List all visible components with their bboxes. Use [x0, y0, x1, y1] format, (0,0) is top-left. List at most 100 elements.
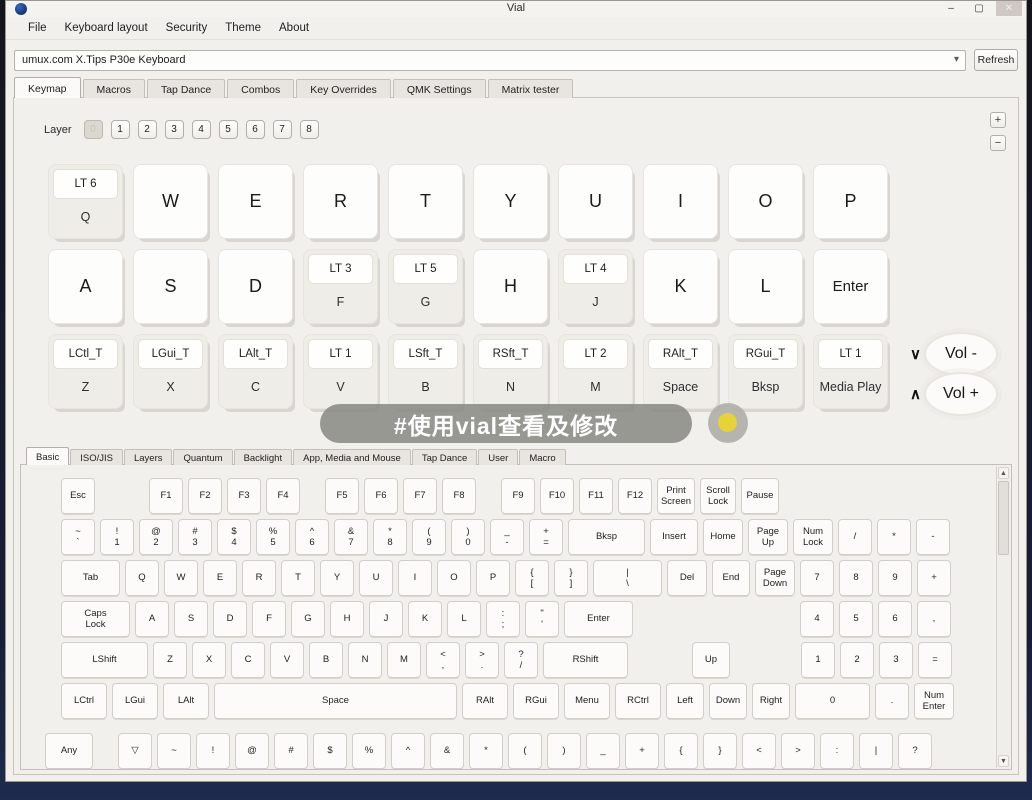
tab-tap-dance[interactable]: Tap Dance [147, 79, 225, 98]
picker-key-rshift[interactable]: RShift [543, 642, 628, 678]
picker-key-pause[interactable]: Pause [741, 478, 779, 514]
picker-key-f9[interactable]: F9 [501, 478, 535, 514]
picker-tab-app-media-and-mouse[interactable]: App, Media and Mouse [293, 449, 411, 465]
picker-key-p[interactable]: P [476, 560, 510, 596]
keymap-key-u[interactable]: U [559, 165, 632, 238]
layer-button-1[interactable]: 1 [111, 120, 130, 139]
picker-key-key[interactable]: } ] [554, 560, 588, 596]
close-button[interactable]: ✕ [996, 1, 1022, 16]
picker-key-0[interactable]: ) 0 [451, 519, 485, 555]
picker-key-0[interactable]: 0 [795, 683, 870, 719]
picker-key-key[interactable]: + [917, 560, 951, 596]
keymap-key-y[interactable]: Y [474, 165, 547, 238]
scrollbar-thumb[interactable] [998, 481, 1009, 555]
picker-key-key[interactable]: ? [898, 733, 932, 769]
picker-key-a[interactable]: A [135, 601, 169, 637]
keymap-key-o[interactable]: O [729, 165, 802, 238]
picker-key-key[interactable]: | [859, 733, 893, 769]
picker-key-h[interactable]: H [330, 601, 364, 637]
picker-key-4[interactable]: 4 [800, 601, 834, 637]
picker-key-6[interactable]: 6 [878, 601, 912, 637]
picker-key-key[interactable]: * [877, 519, 911, 555]
layer-button-8[interactable]: 8 [300, 120, 319, 139]
picker-key-page-down[interactable]: Page Down [755, 560, 795, 596]
picker-key-g[interactable]: G [291, 601, 325, 637]
keymap-key-p[interactable]: P [814, 165, 887, 238]
picker-key-i[interactable]: I [398, 560, 432, 596]
picker-tab-macro[interactable]: Macro [519, 449, 565, 465]
picker-key-f10[interactable]: F10 [540, 478, 574, 514]
picker-tab-basic[interactable]: Basic [26, 447, 69, 465]
picker-key-f5[interactable]: F5 [325, 478, 359, 514]
tab-keymap[interactable]: Keymap [14, 77, 81, 98]
scroll-down-icon[interactable]: ▼ [998, 755, 1009, 767]
picker-key-up[interactable]: Up [692, 642, 730, 678]
picker-key-3[interactable]: 3 [879, 642, 913, 678]
picker-key-9[interactable]: 9 [878, 560, 912, 596]
picker-key-u[interactable]: U [359, 560, 393, 596]
picker-key-key[interactable]: < , [426, 642, 460, 678]
picker-key-6[interactable]: ^ 6 [295, 519, 329, 555]
picker-key-q[interactable]: Q [125, 560, 159, 596]
picker-key-f6[interactable]: F6 [364, 478, 398, 514]
picker-key-w[interactable]: W [164, 560, 198, 596]
picker-key-key[interactable]: ▽ [118, 733, 152, 769]
picker-key-b[interactable]: B [309, 642, 343, 678]
picker-key-f[interactable]: F [252, 601, 286, 637]
picker-key-f11[interactable]: F11 [579, 478, 613, 514]
picker-key-n[interactable]: N [348, 642, 382, 678]
picker-key-4[interactable]: $ 4 [217, 519, 251, 555]
picker-key-insert[interactable]: Insert [650, 519, 698, 555]
device-select[interactable]: umux.com X.Tips P30e Keyboard ▾ [14, 50, 966, 71]
picker-key-key[interactable]: = [918, 642, 952, 678]
picker-key-left[interactable]: Left [666, 683, 704, 719]
picker-key-key[interactable]: ~ ` [61, 519, 95, 555]
picker-key-bksp[interactable]: Bksp [568, 519, 645, 555]
picker-tab-layers[interactable]: Layers [124, 449, 173, 465]
picker-key-print-screen[interactable]: Print Screen [657, 478, 695, 514]
picker-key-key[interactable]: < [742, 733, 776, 769]
layer-button-6[interactable]: 6 [246, 120, 265, 139]
picker-key-key[interactable]: - [916, 519, 950, 555]
picker-key-key[interactable]: : ; [486, 601, 520, 637]
picker-tab-backlight[interactable]: Backlight [234, 449, 293, 465]
picker-key-f1[interactable]: F1 [149, 478, 183, 514]
picker-key-f8[interactable]: F8 [442, 478, 476, 514]
keymap-key-w[interactable]: W [134, 165, 207, 238]
picker-key-f3[interactable]: F3 [227, 478, 261, 514]
keymap-key-q[interactable]: LT 6Q [49, 165, 122, 238]
picker-key-key[interactable]: > [781, 733, 815, 769]
keymap-key-j[interactable]: LT 4J [559, 250, 632, 323]
keymap-key-x[interactable]: LGui_TX [134, 335, 207, 408]
picker-key-lgui[interactable]: LGui [112, 683, 158, 719]
picker-key-y[interactable]: Y [320, 560, 354, 596]
picker-key-num-lock[interactable]: Num Lock [793, 519, 833, 555]
keymap-key-i[interactable]: I [644, 165, 717, 238]
picker-key-rctrl[interactable]: RCtrl [615, 683, 661, 719]
picker-key-key[interactable]: ! [196, 733, 230, 769]
tab-qmk-settings[interactable]: QMK Settings [393, 79, 486, 98]
picker-key-any[interactable]: Any [45, 733, 93, 769]
picker-key-key[interactable]: ? / [504, 642, 538, 678]
zoom-in-button[interactable]: + [990, 112, 1006, 128]
picker-key-key[interactable]: # [274, 733, 308, 769]
picker-key-7[interactable]: 7 [800, 560, 834, 596]
picker-key-caps-lock[interactable]: Caps Lock [61, 601, 130, 637]
picker-key-key[interactable]: $ [313, 733, 347, 769]
picker-key-e[interactable]: E [203, 560, 237, 596]
picker-key-2[interactable]: 2 [840, 642, 874, 678]
picker-key-key[interactable]: ( [508, 733, 542, 769]
picker-key-j[interactable]: J [369, 601, 403, 637]
layer-button-3[interactable]: 3 [165, 120, 184, 139]
layer-button-0[interactable]: 0 [84, 120, 103, 139]
picker-tab-tap-dance[interactable]: Tap Dance [412, 449, 477, 465]
picker-key-9[interactable]: ( 9 [412, 519, 446, 555]
picker-key-key[interactable]: : [820, 733, 854, 769]
keymap-key-space[interactable]: RAlt_TSpace [644, 335, 717, 408]
picker-key-home[interactable]: Home [703, 519, 743, 555]
picker-key-5[interactable]: % 5 [256, 519, 290, 555]
keymap-key-bksp[interactable]: RGui_TBksp [729, 335, 802, 408]
picker-key-m[interactable]: M [387, 642, 421, 678]
tab-combos[interactable]: Combos [227, 79, 294, 98]
picker-key-x[interactable]: X [192, 642, 226, 678]
